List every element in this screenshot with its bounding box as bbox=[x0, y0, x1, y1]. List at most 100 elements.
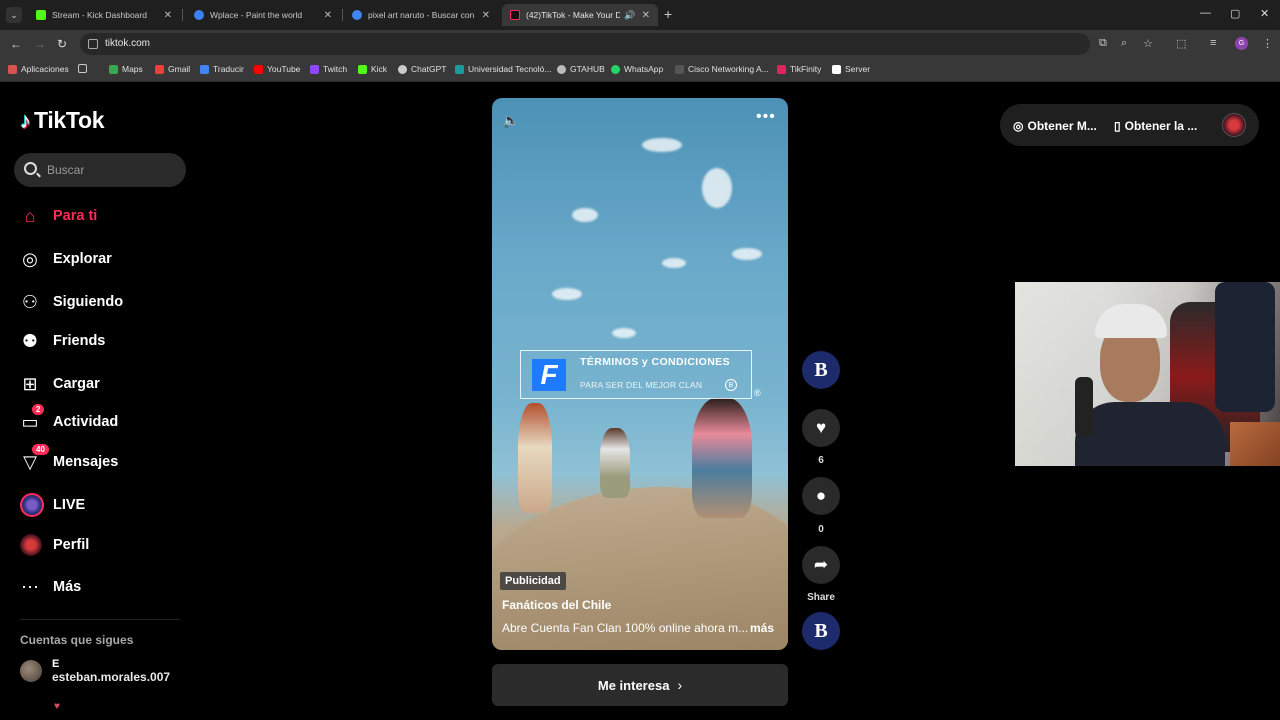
brand-b-icon: B bbox=[725, 379, 737, 391]
nav-item-live[interactable]: LIVE bbox=[20, 493, 85, 517]
following-account[interactable]: E esteban.morales.007 bbox=[20, 658, 170, 684]
nav-item-perfil[interactable]: Perfil bbox=[20, 534, 89, 556]
nav-label: Más bbox=[53, 579, 82, 595]
site-info-icon[interactable] bbox=[88, 39, 98, 49]
advertiser-avatar[interactable]: B bbox=[802, 351, 840, 389]
forward-icon[interactable]: → bbox=[34, 37, 46, 51]
share-label: Share bbox=[807, 592, 835, 603]
apps-icon bbox=[8, 64, 17, 74]
bookmark-translate[interactable]: Traducir bbox=[200, 64, 244, 74]
cast-icon[interactable]: ⧉ bbox=[1099, 37, 1107, 50]
like-button[interactable]: ♥ bbox=[802, 409, 840, 447]
tab-search-button[interactable]: ⌄ bbox=[6, 7, 22, 23]
bookmark-server[interactable]: Server bbox=[832, 64, 870, 74]
me-interesa-button[interactable]: Me interesa › bbox=[492, 664, 788, 706]
nav-item-siguiendo[interactable]: ⚇ Siguiendo bbox=[20, 292, 123, 312]
close-icon[interactable]: ✕ bbox=[642, 10, 650, 21]
nav-item-mas[interactable]: ⋯ Más bbox=[20, 577, 81, 597]
following-section-title: Cuentas que sigues bbox=[20, 633, 134, 647]
tiktok-logo[interactable]: ♪ TikTok bbox=[20, 107, 105, 134]
close-icon[interactable]: ✕ bbox=[324, 10, 332, 21]
nav-item-cargar[interactable]: ⊞ Cargar bbox=[20, 374, 99, 394]
bookmark-label: ChatGPT bbox=[411, 64, 447, 74]
get-app2-button[interactable]: ▯ Obtener la ... bbox=[1114, 119, 1197, 133]
search-placeholder: Buscar bbox=[47, 163, 85, 177]
search-input[interactable]: Buscar bbox=[14, 153, 186, 187]
nav-label: Para ti bbox=[53, 208, 98, 224]
reload-icon[interactable]: ↻ bbox=[57, 37, 67, 51]
bookmark-star-icon[interactable]: ☆ bbox=[1143, 37, 1153, 50]
maximize-icon[interactable]: ▢ bbox=[1230, 7, 1240, 20]
close-icon[interactable]: ✕ bbox=[164, 10, 172, 21]
menu-kebab-icon[interactable]: ⋮ bbox=[1262, 37, 1273, 50]
bookmark-whatsapp[interactable]: WhatsApp bbox=[611, 64, 663, 74]
bookmark-chatgpt[interactable]: ChatGPT bbox=[398, 64, 446, 74]
bookmark-label: Traducir bbox=[213, 64, 244, 74]
nav-item-actividad[interactable]: ▭ 2 Actividad bbox=[20, 404, 118, 432]
address-toolbar: ← → ↻ tiktok.com ⧉ ⌕ ☆ ⬚ ≡ G ⋮ bbox=[0, 30, 1280, 58]
bookmark-label: WhatsApp bbox=[624, 64, 664, 74]
bookmark-kick[interactable]: Kick bbox=[358, 64, 387, 74]
nav-label: Explorar bbox=[53, 251, 112, 267]
nav-item-para-ti[interactable]: ⌂ Para ti bbox=[20, 205, 98, 226]
back-icon[interactable]: ← bbox=[10, 37, 22, 51]
bookmark-label: GTAHUB bbox=[570, 64, 605, 74]
tab-label: (42)TikTok - Make Your Day bbox=[526, 10, 621, 20]
bookmark-grid[interactable] bbox=[78, 64, 91, 73]
bookmark-cisco[interactable]: Cisco Networking A... bbox=[675, 64, 769, 74]
nav-item-friends[interactable]: ⚉ Friends bbox=[20, 331, 105, 351]
speaker-icon[interactable]: 🔊 bbox=[624, 10, 635, 21]
bookmark-label: Aplicaciones bbox=[21, 64, 69, 74]
more-link[interactable]: más bbox=[750, 621, 774, 635]
advertiser-name[interactable]: Fanáticos del Chile bbox=[502, 598, 611, 612]
window-close-icon[interactable]: ✕ bbox=[1260, 7, 1269, 20]
bookmark-label: Twitch bbox=[323, 64, 348, 74]
user-avatar[interactable] bbox=[1222, 113, 1246, 137]
volume-icon[interactable]: 🔈 bbox=[502, 112, 519, 129]
bookmark-gtahub[interactable]: GTAHUB bbox=[557, 64, 605, 74]
extensions-icon[interactable]: ⬚ bbox=[1176, 37, 1186, 50]
new-tab-icon[interactable]: + bbox=[664, 6, 672, 22]
share-button[interactable]: ➦ bbox=[802, 546, 840, 584]
bookmark-tikfinity[interactable]: TikFinity bbox=[777, 64, 821, 74]
bookmark-twitch[interactable]: Twitch bbox=[310, 64, 347, 74]
bookmark-gmail[interactable]: Gmail bbox=[155, 64, 190, 74]
reading-list-icon[interactable]: ≡ bbox=[1210, 37, 1216, 49]
zoom-icon[interactable]: ⌕ bbox=[1121, 37, 1127, 50]
nav-label: LIVE bbox=[53, 497, 86, 513]
profile-avatar[interactable]: G bbox=[1235, 37, 1248, 50]
home-icon: ⌂ bbox=[24, 205, 36, 226]
more-options-icon[interactable]: ••• bbox=[756, 108, 776, 126]
promo-title: TÉRMINOS y CONDICIONES bbox=[580, 356, 730, 368]
minimize-icon[interactable]: — bbox=[1200, 7, 1211, 19]
nav-label: Mensajes bbox=[53, 454, 119, 470]
bookmark-maps[interactable]: Maps bbox=[109, 64, 143, 74]
university-icon bbox=[455, 64, 464, 74]
tab-tiktok[interactable]: (42)TikTok - Make Your Day 🔊 ✕ bbox=[502, 4, 658, 26]
comment-count: 0 bbox=[818, 524, 824, 535]
nav-item-mensajes[interactable]: ▽ 40 Mensajes bbox=[20, 444, 119, 472]
following-icon: ⚇ bbox=[21, 291, 39, 312]
music-disc-avatar[interactable]: B bbox=[802, 612, 840, 650]
compass-icon: ◎ bbox=[22, 248, 38, 269]
tab-google[interactable]: pixel art naruto - Buscar con Go ✕ bbox=[344, 4, 498, 26]
bookmark-universidad[interactable]: Universidad Tecnoló... bbox=[455, 64, 551, 74]
chevron-right-icon: › bbox=[677, 677, 683, 693]
headset-mic bbox=[1075, 377, 1093, 437]
kick-icon bbox=[36, 10, 46, 20]
get-app-button[interactable]: ◎ Obtener M... bbox=[1013, 119, 1097, 133]
bookmark-youtube[interactable]: YouTube bbox=[254, 64, 300, 74]
comment-button[interactable]: ● bbox=[802, 477, 840, 515]
compass-small-icon: ◎ bbox=[1013, 119, 1024, 133]
video-player[interactable]: 🔈 ••• F TÉRMINOS y CONDICIONES PARA SER … bbox=[492, 98, 788, 650]
nav-item-explorar[interactable]: ◎ Explorar bbox=[20, 249, 112, 269]
cloud bbox=[702, 168, 732, 208]
address-bar[interactable]: tiktok.com bbox=[80, 33, 1090, 55]
notification-badge: 2 bbox=[32, 404, 45, 415]
bookmark-apps[interactable]: Aplicaciones bbox=[8, 64, 69, 74]
tiktok-icon bbox=[510, 10, 520, 20]
tab-wplace[interactable]: Wplace - Paint the world ✕ bbox=[186, 4, 340, 26]
streamer-body bbox=[1075, 402, 1225, 466]
close-icon[interactable]: ✕ bbox=[482, 10, 490, 21]
tab-kick[interactable]: Stream - Kick Dashboard ✕ bbox=[28, 4, 180, 26]
